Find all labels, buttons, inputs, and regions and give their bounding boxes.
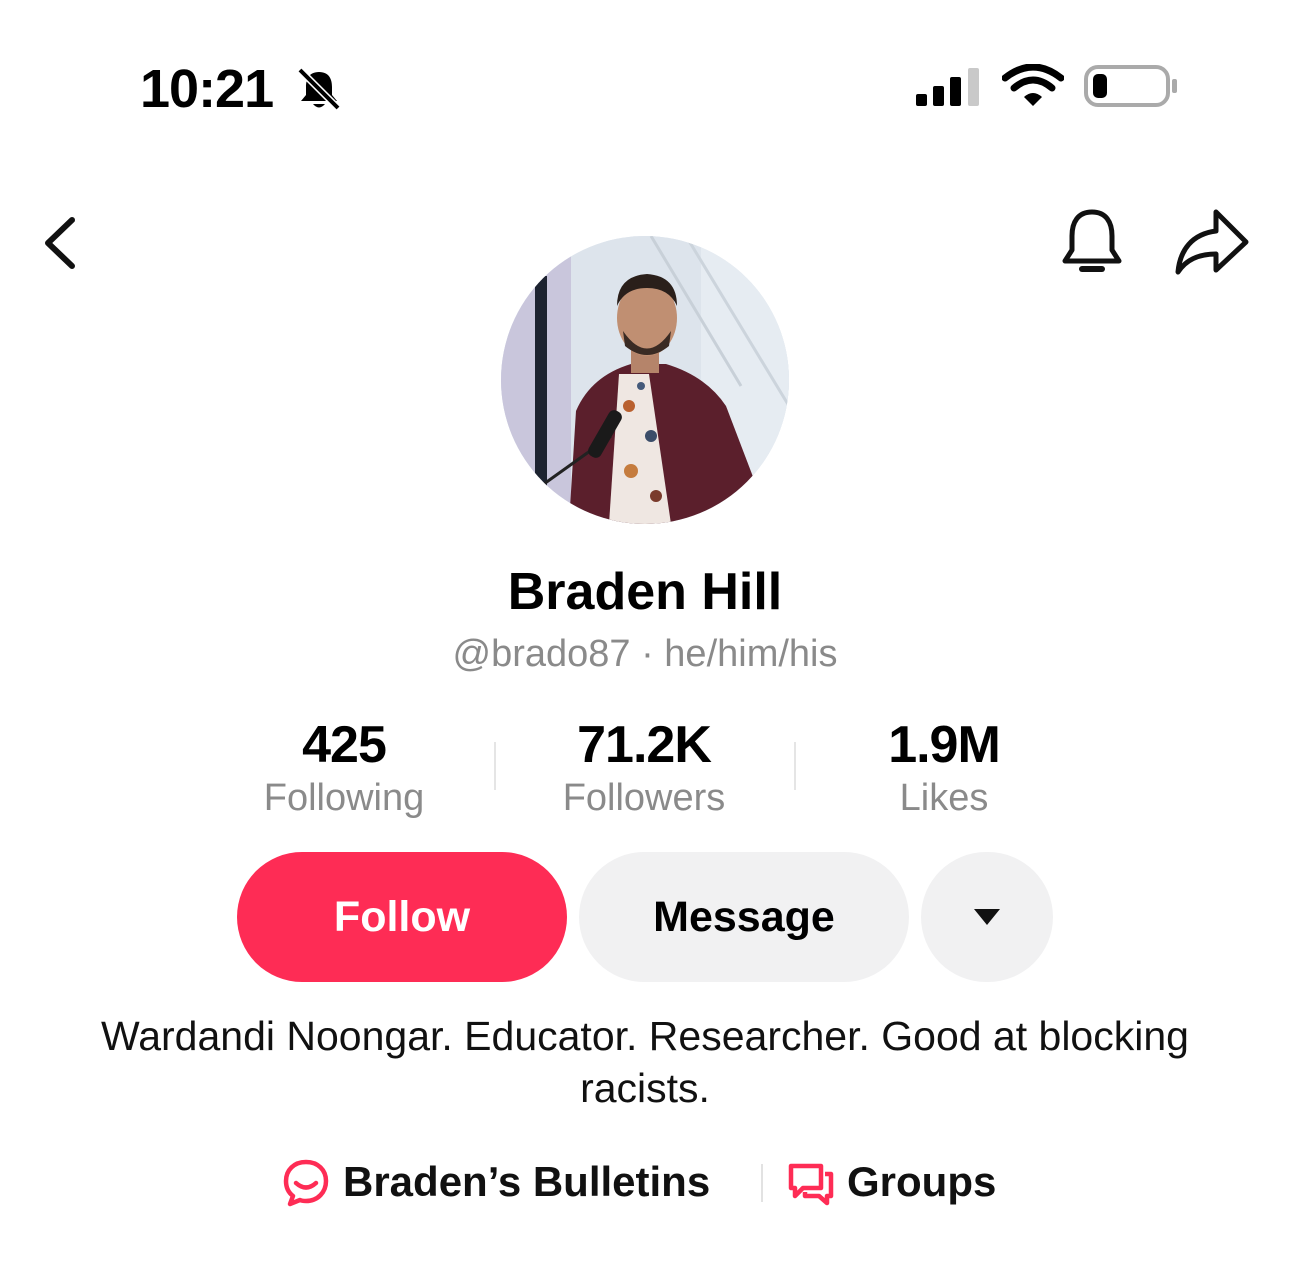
stat-value: 425 (302, 716, 387, 774)
bell-slash-icon (297, 67, 341, 111)
more-options-button[interactable] (921, 852, 1053, 982)
stat-divider (794, 742, 796, 790)
stat-label: Followers (562, 777, 726, 819)
avatar[interactable] (501, 236, 789, 524)
message-button[interactable]: Message (579, 852, 909, 982)
profile-bio: Wardandi Noongar. Educator. Researcher. … (101, 1013, 1189, 1111)
profile-links: Braden’s Bulletins Groups (0, 1150, 1290, 1214)
stat-following[interactable]: 425 Following (224, 716, 464, 822)
stat-divider (494, 742, 496, 790)
stat-label: Likes (899, 777, 989, 819)
links-divider (761, 1164, 763, 1202)
profile-handle: @brado87 · he/him/his (452, 633, 838, 675)
profile-photo (501, 236, 789, 524)
stat-likes[interactable]: 1.9M Likes (824, 716, 1064, 822)
stat-followers[interactable]: 71.2K Followers (524, 716, 764, 822)
groups-link[interactable]: Groups (847, 1150, 996, 1214)
bulletins-link[interactable]: Braden’s Bulletins (343, 1150, 710, 1214)
stat-value: 1.9M (888, 716, 1001, 774)
bell-icon[interactable] (1058, 206, 1126, 280)
profile-name: Braden Hill (507, 563, 783, 621)
battery-low-icon (1084, 65, 1177, 107)
group-chat-icon (788, 1163, 834, 1206)
cellular-signal-icon (916, 68, 979, 106)
chat-bubble-icon (283, 1159, 329, 1207)
stat-label: Following (263, 777, 425, 819)
wifi-icon (1002, 64, 1064, 106)
status-time: 10:21 (140, 59, 274, 119)
stat-value: 71.2K (577, 716, 712, 774)
chevron-left-icon[interactable] (38, 212, 88, 274)
caret-down-icon (974, 909, 1000, 925)
share-arrow-icon[interactable] (1172, 206, 1250, 278)
follow-button[interactable]: Follow (237, 852, 567, 982)
